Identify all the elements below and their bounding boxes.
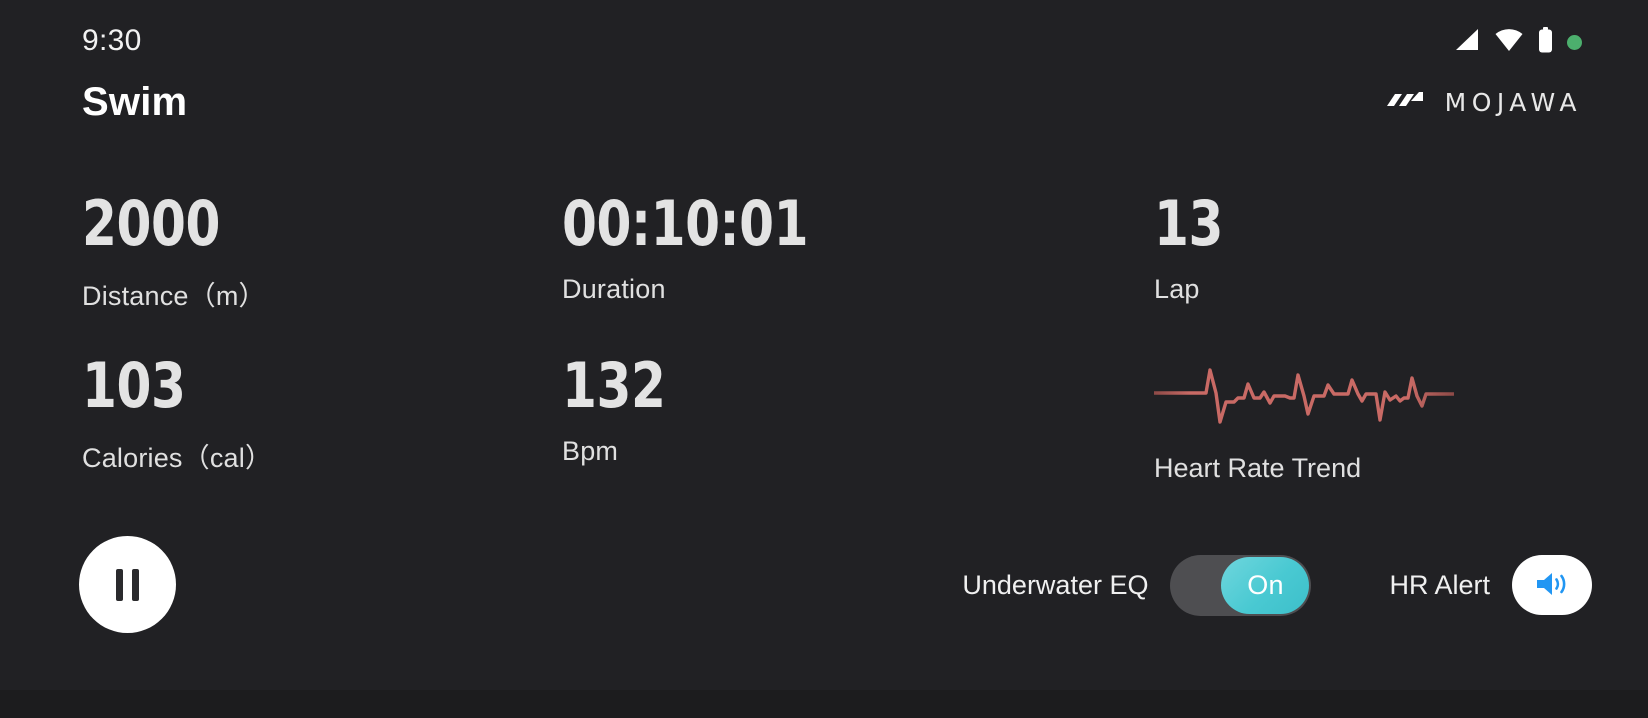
metric-value: 2000: [82, 187, 220, 260]
underwater-eq-label: Underwater EQ: [962, 569, 1149, 600]
toggle-knob: On: [1221, 556, 1310, 614]
recording-dot-icon: [1567, 34, 1582, 50]
status-icon-group: [1454, 26, 1582, 58]
metrics-grid: 2000 Distance（m） 00:10:01 Duration 13 La…: [82, 192, 1562, 516]
mojawa-logo-icon: [1385, 88, 1429, 117]
hr-alert-button[interactable]: [1512, 555, 1592, 615]
metric-value: 13: [1154, 187, 1223, 260]
metric-label: Bpm: [562, 436, 619, 466]
metric-duration: 00:10:01 Duration: [562, 192, 1154, 354]
speaker-on-icon: [1533, 569, 1571, 602]
underwater-eq-toggle[interactable]: On: [1170, 554, 1312, 616]
status-bar: 9:30: [0, 0, 1648, 62]
metric-bpm: 132 Bpm: [562, 354, 1154, 516]
metric-distance: 2000 Distance（m）: [82, 192, 562, 354]
pause-bar-right: [132, 568, 139, 601]
metric-value: 103: [82, 349, 186, 422]
brand-lockup: MOJAWA: [1385, 88, 1582, 117]
right-controls-group: Underwater EQ On HR Alert: [962, 554, 1592, 616]
metrics-row-primary: 2000 Distance（m） 00:10:01 Duration 13 La…: [82, 192, 1562, 354]
controls-bar: Underwater EQ On HR Alert: [0, 536, 1648, 654]
signal-icon: [1454, 28, 1480, 57]
ecg-waveform-icon: [1152, 356, 1554, 431]
pause-bar-left: [116, 568, 123, 601]
metric-value: 00:10:01: [562, 187, 809, 260]
metric-label: Lap: [1154, 274, 1200, 304]
brand-name: MOJAWA: [1444, 88, 1582, 117]
metric-value: 132: [562, 349, 666, 422]
pause-button[interactable]: [79, 536, 176, 633]
metric-label: Distance（m）: [82, 281, 266, 311]
battery-icon: [1538, 26, 1553, 58]
heart-rate-trend: Heart Rate Trend: [1152, 354, 1554, 516]
metric-calories: 103 Calories（cal）: [82, 354, 562, 516]
app-header: Swim MOJAWA: [0, 62, 1648, 140]
toggle-state-label: On: [1247, 569, 1284, 600]
metric-label: Calories（cal）: [82, 443, 273, 473]
heart-rate-trend-label: Heart Rate Trend: [1154, 453, 1362, 483]
pause-icon: [116, 568, 139, 601]
system-nav-bar: [0, 690, 1648, 718]
swim-workout-screen: 9:30 Swim MOJAWA 2000 Distance（m） 00:10:…: [0, 0, 1648, 718]
page-title: Swim: [82, 80, 188, 124]
status-time: 9:30: [82, 24, 142, 57]
metric-label: Duration: [562, 274, 666, 304]
metrics-row-secondary: 103 Calories（cal） 132 Bpm Heart Rate Tre…: [82, 354, 1562, 516]
wifi-icon: [1494, 28, 1524, 57]
metric-lap: 13 Lap: [1154, 192, 1554, 354]
hr-alert-label: HR Alert: [1389, 569, 1490, 600]
